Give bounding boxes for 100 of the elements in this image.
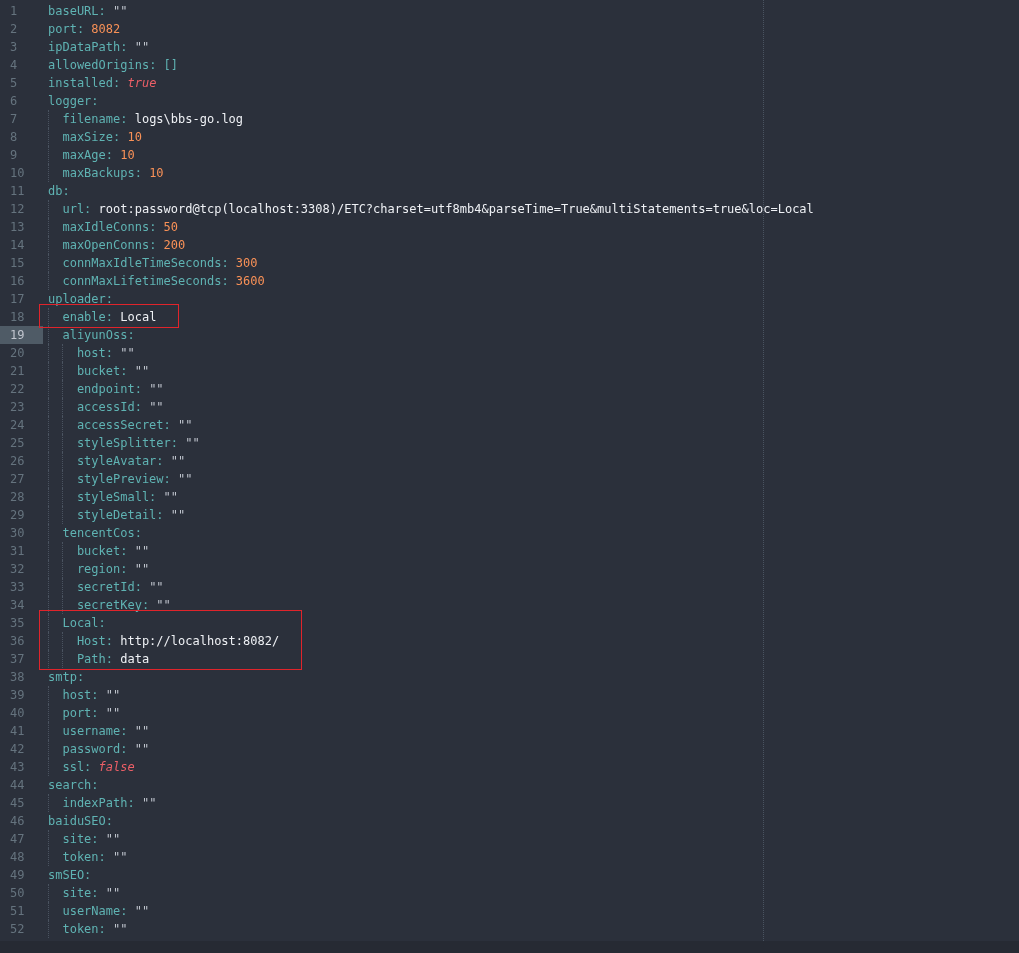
code-line: bucket: "": [76, 363, 150, 380]
line-number: 7: [9, 111, 19, 128]
line-number: 47: [9, 831, 26, 848]
line-number: 34: [9, 597, 26, 614]
code-line: Path: data: [76, 651, 150, 668]
code-line: ssl: false: [62, 759, 135, 776]
code-line: installed: true: [48, 75, 157, 92]
line-number: 11: [9, 183, 26, 200]
line-number: 15: [9, 255, 26, 272]
code-line: aliyunOss:: [62, 327, 135, 344]
line-number: 3: [9, 39, 19, 56]
line-number: 20: [9, 345, 26, 362]
code-line: url: root:password@tcp(localhost:3308)/ETC?charset=utf8mb4&parseTime=True&multiStatements=true&loc=Local: [62, 201, 814, 218]
code-line: maxBackups: 10: [62, 165, 164, 182]
code-line: token: "": [62, 849, 128, 866]
line-number: 16: [9, 273, 26, 290]
code-line: search:: [48, 777, 99, 794]
code-line: styleAvatar: "": [76, 453, 186, 470]
line-number: 51: [9, 903, 26, 920]
line-number: 17: [9, 291, 26, 308]
code-line: secretKey: "": [76, 597, 171, 614]
line-number: 48: [9, 849, 26, 866]
line-number: 2: [9, 21, 19, 38]
line-number: 26: [9, 453, 26, 470]
code-line: connMaxIdleTimeSeconds: 300: [62, 255, 258, 272]
code-line: uploader:: [48, 291, 114, 308]
code-line: endpoint: "": [76, 381, 164, 398]
line-number: 45: [9, 795, 26, 812]
code-line: styleSplitter: "": [76, 435, 200, 452]
line-number: 25: [9, 435, 26, 452]
code-line: baseURL: "": [48, 3, 128, 20]
code-line: accessSecret: "": [76, 417, 193, 434]
code-line: styleDetail: "": [76, 507, 186, 524]
code-line: port: "": [62, 705, 121, 722]
line-number: 52: [9, 921, 26, 938]
line-number: 40: [9, 705, 26, 722]
line-number: 19: [0, 326, 43, 344]
code-line: Local:: [62, 615, 106, 632]
code-line: bucket: "": [76, 543, 150, 560]
line-number: 37: [9, 651, 26, 668]
code-line: password: "": [62, 741, 150, 758]
line-number: 30: [9, 525, 26, 542]
code-line: db:: [48, 183, 70, 200]
line-number: 33: [9, 579, 26, 596]
line-number: 38: [9, 669, 26, 686]
line-number: 39: [9, 687, 26, 704]
code-line: site: "": [62, 885, 121, 902]
code-line: smtp:: [48, 669, 85, 686]
line-number: 44: [9, 777, 26, 794]
line-number: 8: [9, 129, 19, 146]
line-number: 1: [9, 3, 19, 20]
code-line: userName: "": [62, 903, 150, 920]
code-line: enable: Local: [62, 309, 157, 326]
line-number: 9: [9, 147, 19, 164]
code-line: accessId: "": [76, 399, 164, 416]
code-line: maxSize: 10: [62, 129, 142, 146]
code-line: allowedOrigins: []: [48, 57, 179, 74]
line-number: 4: [9, 57, 19, 74]
code-line: Host: http://localhost:8082/: [76, 633, 280, 650]
line-number: 12: [9, 201, 26, 218]
code-line: tencentCos:: [62, 525, 142, 542]
code-line: token: "": [62, 921, 128, 938]
line-number: 10: [9, 165, 26, 182]
code-line: secretId: "": [76, 579, 164, 596]
code-line: host: "": [76, 345, 135, 362]
code-line: maxAge: 10: [62, 147, 135, 164]
code-line: connMaxLifetimeSeconds: 3600: [62, 273, 265, 290]
line-number: 36: [9, 633, 26, 650]
line-number: 14: [9, 237, 26, 254]
code-line: host: "": [62, 687, 121, 704]
line-number: 50: [9, 885, 26, 902]
code-line: indexPath: "": [62, 795, 157, 812]
line-number: 35: [9, 615, 26, 632]
line-number: 29: [9, 507, 26, 524]
code-line: styleSmall: "": [76, 489, 179, 506]
code-line: smSEO:: [48, 867, 92, 884]
line-number: 49: [9, 867, 26, 884]
code-line: username: "": [62, 723, 150, 740]
line-number: 46: [9, 813, 26, 830]
line-number: 22: [9, 381, 26, 398]
code-line: ipDataPath: "": [48, 39, 150, 56]
code-line: region: "": [76, 561, 150, 578]
code-line: baiduSEO:: [48, 813, 114, 830]
line-number: 42: [9, 741, 26, 758]
horizontal-scrollbar[interactable]: [0, 941, 1019, 953]
line-number: 23: [9, 399, 26, 416]
line-number: 28: [9, 489, 26, 506]
code-line: maxOpenConns: 200: [62, 237, 186, 254]
code-line: maxIdleConns: 50: [62, 219, 179, 236]
code-line: filename: logs\bbs-go.log: [62, 111, 244, 128]
line-number: 5: [9, 75, 19, 92]
line-number: 13: [9, 219, 26, 236]
line-number: 31: [9, 543, 26, 560]
code-line: stylePreview: "": [76, 471, 193, 488]
line-number: 18: [9, 309, 26, 326]
line-number: 21: [9, 363, 26, 380]
code-line: logger:: [48, 93, 99, 110]
line-number: 6: [9, 93, 19, 110]
line-number: 43: [9, 759, 26, 776]
line-number: 27: [9, 471, 26, 488]
